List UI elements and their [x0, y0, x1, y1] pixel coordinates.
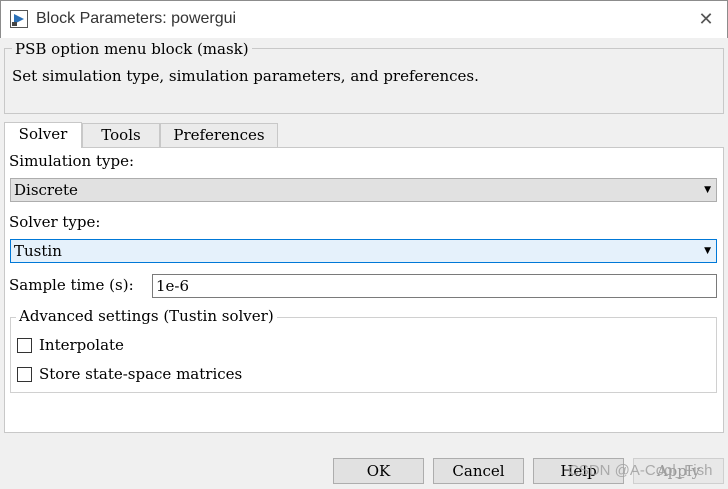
advanced-settings-title: Advanced settings (Tustin solver) — [16, 307, 277, 325]
simulation-type-label: Simulation type: — [9, 152, 135, 170]
close-icon[interactable]: ✕ — [695, 9, 717, 31]
solver-type-value: Tustin — [14, 242, 62, 260]
tab-tools[interactable]: Tools — [82, 123, 160, 147]
chevron-down-icon: ▼ — [704, 246, 711, 256]
solver-type-label: Solver type: — [9, 213, 101, 231]
mask-group-title: PSB option menu block (mask) — [12, 40, 252, 58]
simulink-block-icon — [10, 10, 28, 28]
solver-type-dropdown[interactable]: Tustin ▼ — [10, 239, 717, 263]
watermark: CSDN @A-Cool_Fish — [568, 462, 713, 479]
simulation-type-value: Discrete — [14, 181, 78, 199]
cancel-button[interactable]: Cancel — [433, 458, 524, 484]
title-bar: Block Parameters: powergui ✕ — [0, 0, 728, 38]
sample-time-input[interactable]: 1e-6 — [152, 274, 717, 298]
ok-button[interactable]: OK — [333, 458, 424, 484]
store-matrices-checkbox[interactable] — [17, 367, 32, 382]
tab-preferences[interactable]: Preferences — [160, 123, 278, 147]
interpolate-checkbox[interactable] — [17, 338, 32, 353]
simulation-type-dropdown[interactable]: Discrete ▼ — [10, 178, 717, 202]
chevron-down-icon: ▼ — [704, 185, 711, 195]
tab-solver[interactable]: Solver — [4, 122, 82, 148]
mask-description: Set simulation type, simulation paramete… — [12, 67, 479, 85]
sample-time-label: Sample time (s): — [9, 276, 134, 294]
store-matrices-label: Store state-space matrices — [39, 365, 243, 383]
interpolate-label: Interpolate — [39, 336, 124, 354]
window-title: Block Parameters: powergui — [36, 10, 237, 27]
